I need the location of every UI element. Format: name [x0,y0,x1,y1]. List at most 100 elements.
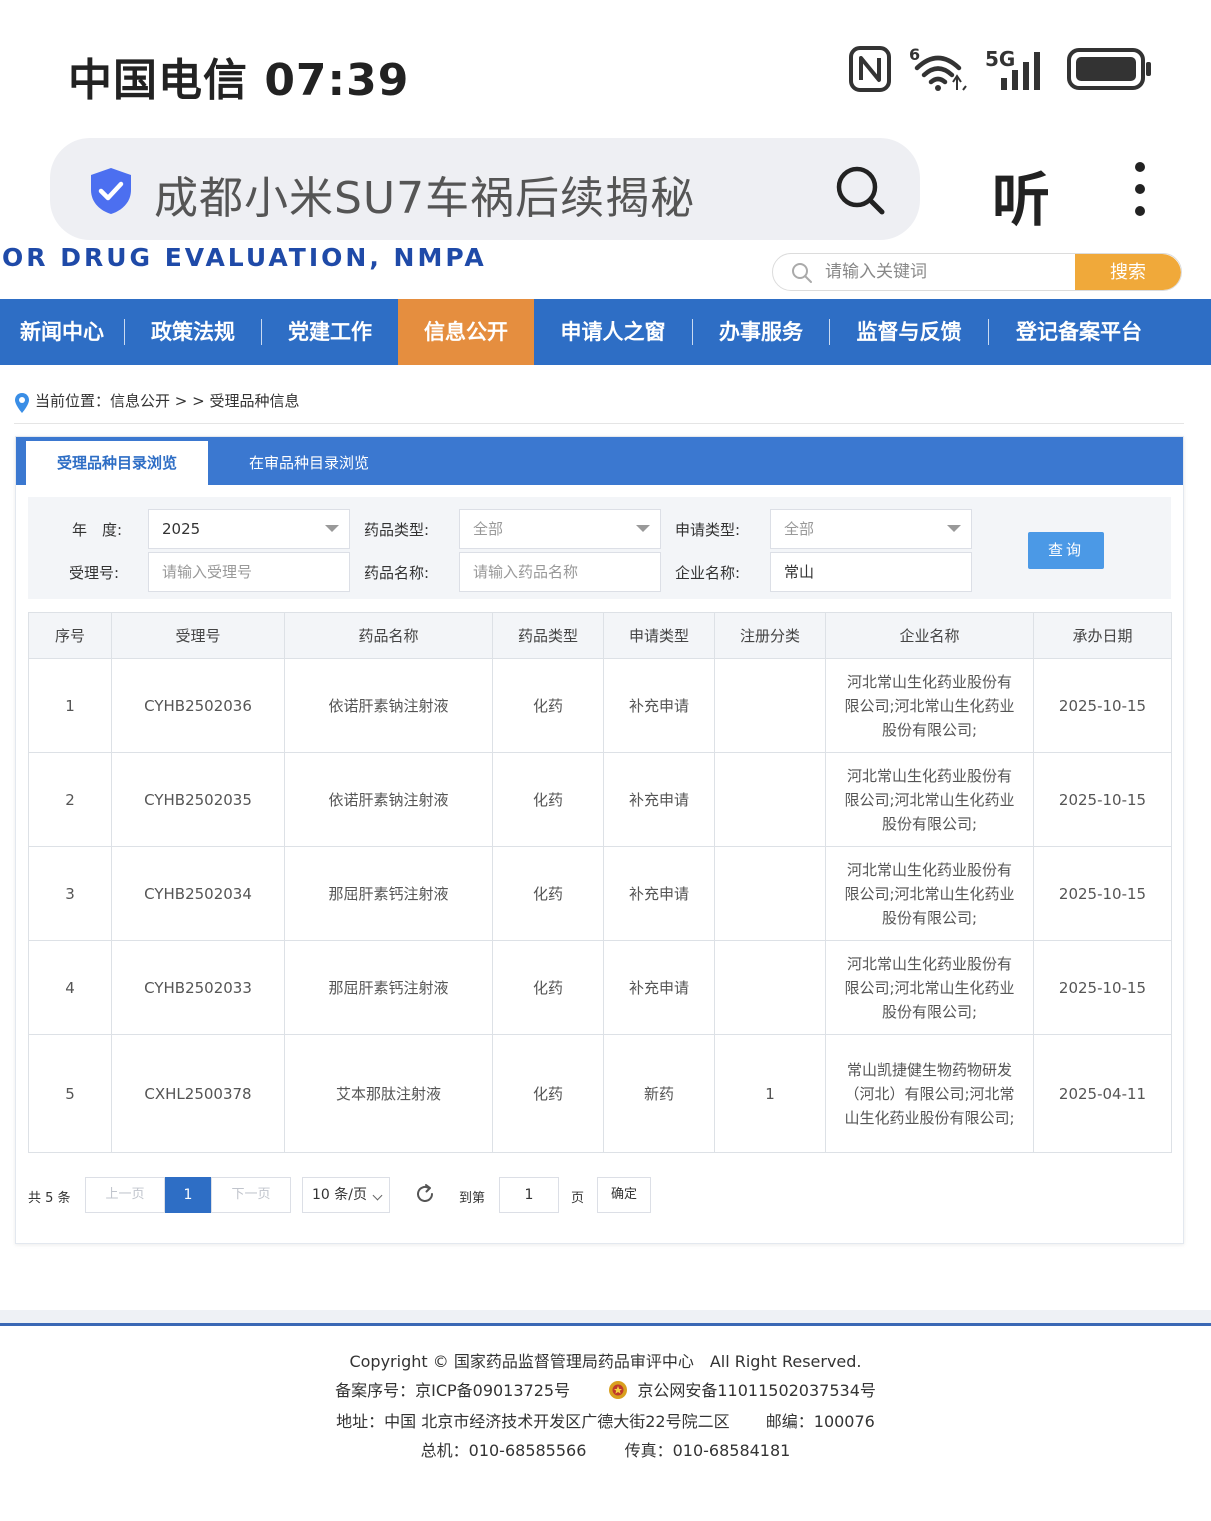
company-text: 河北常山生化药业股份有限公司;河北常山生化药业股份有限公司; [844,672,1015,739]
site-footer: Copyright © 国家药品监督管理局药品审评中心 All Right Re… [0,1326,1211,1521]
accept-no-label: 受理号: [69,564,120,582]
nav-item-supervision[interactable]: 监督与反馈 [830,299,988,365]
table-row: 2 CYHB2502035 依诺肝素钠注射液 化药 补充申请 河北常山生化药业股… [28,752,1172,847]
cell-drug-name: 那屈肝素钙注射液 [284,940,493,1035]
table-header-row: 序号 受理号 药品名称 药品类型 申请类型 注册分类 企业名称 承办日期 [28,612,1172,659]
cell-date: 2025-04-11 [1033,1034,1172,1153]
table-row: 1 CYHB2502036 依诺肝素钠注射液 化药 补充申请 河北常山生化药业股… [28,658,1172,753]
site-search-box: 搜索 [772,253,1182,291]
browser-search-bar[interactable]: 成都小米SU7车祸后续揭秘 [50,138,920,240]
footer-icp[interactable]: 备案序号：京ICP备09013725号 [335,1377,570,1401]
page-label: 页 [571,1191,585,1206]
cell-drug-type: 化药 [492,752,604,847]
cell-drug-type: 化药 [492,658,604,753]
column-header: 药品类型 [492,612,604,659]
column-header: 注册分类 [714,612,826,659]
listen-button[interactable]: 听 [992,153,1050,237]
nav-item-policy[interactable]: 政策法规 [125,299,261,365]
cell-reg-class [714,658,826,753]
cell-drug-name: 那屈肝素钙注射液 [284,846,493,941]
drug-name-input[interactable]: 请输入药品名称 [459,552,661,592]
status-bar: 中国电信 07:39 6 5G [0,0,1211,135]
goto-page-input[interactable]: 1 [499,1177,559,1213]
column-header: 序号 [28,612,112,659]
year-select-value: 2025 [162,520,201,538]
cell-no: 2 [28,752,112,847]
breadcrumb: 当前位置：信息公开 > > 受理品种信息 [14,390,1184,424]
next-page-button[interactable]: 下一页 [211,1177,291,1213]
footer-phone: 总机：010-68585566 [420,1441,587,1460]
footer-fax: 传真：010-68584181 [624,1441,791,1460]
cell-company: 河北常山生化药业股份有限公司;河北常山生化药业股份有限公司; [825,940,1034,1035]
company-text: 常山凯捷健生物药物研发（河北）有限公司;河北常山生化药业股份有限公司; [844,1060,1015,1127]
site-search-input[interactable] [825,258,1065,286]
drug-type-select[interactable]: 全部 [459,509,661,549]
nav-item-info-public[interactable]: 信息公开 [398,299,534,365]
page-number-current[interactable]: 1 [165,1177,211,1213]
cell-accept-no: CYHB2502034 [111,846,285,941]
nav-item-news[interactable]: 新闻中心 [0,299,124,365]
footer-spacer [0,1310,1211,1323]
carrier-time: 中国电信 07:39 [68,55,410,106]
apply-type-label: 申请类型: [675,521,741,539]
cell-company: 常山凯捷健生物药物研发（河北）有限公司;河北常山生化药业股份有限公司; [825,1034,1034,1153]
table-row: 4 CYHB2502033 那屈肝素钙注射液 化药 补充申请 河北常山生化药业股… [28,940,1172,1035]
nav-item-services[interactable]: 办事服务 [693,299,829,365]
tab-reviewing-catalog[interactable]: 在审品种目录浏览 [218,441,400,485]
cell-reg-class [714,752,826,847]
table-row: 5 CXHL2500378 艾本那肽注射液 化药 新药 1 常山凯捷健生物药物研… [28,1034,1172,1153]
drug-type-select-value: 全部 [473,520,504,538]
year-label: 年 度: [72,521,123,539]
page-size-select[interactable]: 10 条/页 [302,1177,390,1213]
search-icon[interactable] [834,164,886,216]
goto-confirm-button[interactable]: 确定 [597,1177,651,1213]
column-header: 承办日期 [1033,612,1172,659]
chevron-down-icon [636,525,650,532]
cell-reg-class: 1 [714,1034,826,1153]
breadcrumb-text: 当前位置：信息公开 > > 受理品种信息 [35,392,300,410]
pagination: 共 5 条 上一页 1 下一页 10 条/页 到第 1 页 确定 [28,1177,728,1213]
wifi-icon: 6 [909,46,967,91]
footer-copyright: Copyright © 国家药品监督管理局药品审评中心 All Right Re… [349,1352,862,1371]
column-header: 企业名称 [825,612,1034,659]
footer-contact-row: 总机：010-68585566 传真：010-68584181 [0,1437,1211,1461]
cell-apply-type: 补充申请 [603,752,715,847]
query-button[interactable]: 查询 [1028,532,1104,569]
cell-accept-no: CYHB2502035 [111,752,285,847]
nfc-icon [849,46,891,92]
footer-police[interactable]: 京公网安备11011502037534号 [637,1377,876,1401]
company-input[interactable]: 常山 [770,552,972,592]
apply-type-select[interactable]: 全部 [770,509,972,549]
cell-apply-type: 补充申请 [603,658,715,753]
prev-page-button[interactable]: 上一页 [85,1177,165,1213]
cell-date: 2025-10-15 [1033,658,1172,753]
accept-no-input[interactable]: 请输入受理号 [148,552,350,592]
year-select[interactable]: 2025 [148,509,350,549]
cell-accept-no: CXHL2500378 [111,1034,285,1153]
cell-no: 3 [28,846,112,941]
drug-name-label: 药品名称: [364,564,430,582]
pagination-total: 共 5 条 [28,1191,71,1206]
cell-drug-name: 依诺肝素钠注射液 [284,658,493,753]
cell-drug-name: 艾本那肽注射液 [284,1034,493,1153]
cell-company: 河北常山生化药业股份有限公司;河北常山生化药业股份有限公司; [825,846,1034,941]
footer-postcode: 邮编：100076 [765,1412,875,1431]
nav-item-applicant[interactable]: 申请人之窗 [534,299,692,365]
tab-accepted-catalog[interactable]: 受理品种目录浏览 [26,441,208,485]
police-badge-icon [609,1381,628,1399]
refresh-icon[interactable] [414,1183,436,1205]
cell-date: 2025-10-15 [1033,846,1172,941]
nav-item-party[interactable]: 党建工作 [262,299,398,365]
footer-record-row: 备案序号：京ICP备09013725号 京公网安备11011502037534号 [0,1377,1211,1401]
svg-text:5G: 5G [985,47,1015,71]
goto-label: 到第 [459,1191,486,1206]
column-header: 受理号 [111,612,285,659]
cell-reg-class [714,846,826,941]
table-row: 3 CYHB2502034 那屈肝素钙注射液 化药 补充申请 河北常山生化药业股… [28,846,1172,941]
nav-item-registration[interactable]: 登记备案平台 [989,299,1169,365]
site-search-button[interactable]: 搜索 [1075,254,1181,290]
column-header: 申请类型 [603,612,715,659]
site-logo-text: OR DRUG EVALUATION, NMPA [2,247,487,272]
more-menu-icon[interactable] [1130,161,1150,221]
status-icons: 6 5G [849,46,1153,92]
